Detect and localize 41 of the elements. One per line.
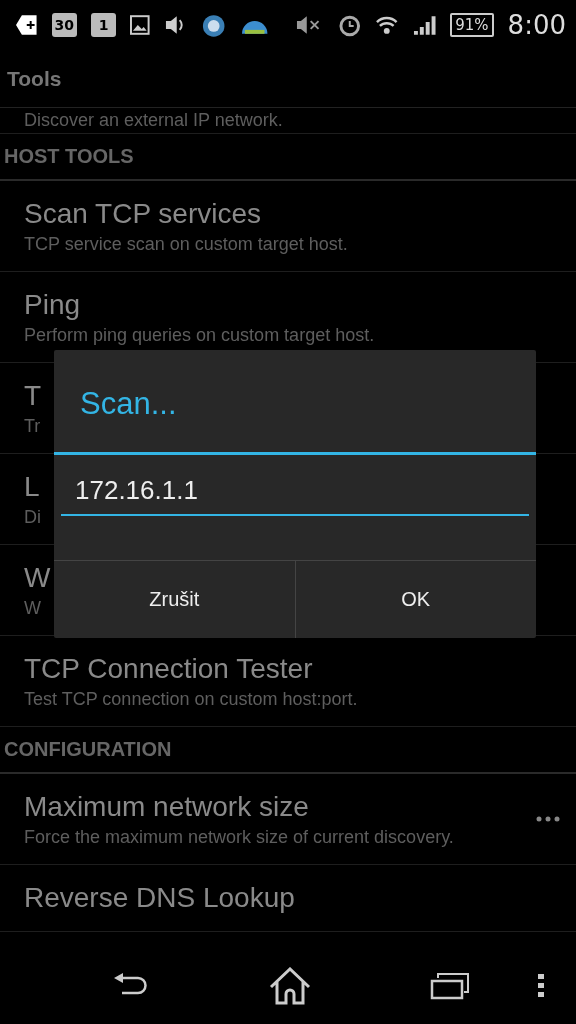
list-item[interactable]: Maximum network size Force the maximum network size of current discovery. bbox=[0, 774, 576, 865]
dialog-title: Scan... bbox=[79, 385, 178, 423]
section-title: CONFIGURATION bbox=[4, 738, 172, 761]
item-summary: Force the maximum network size of current discovery. bbox=[24, 826, 454, 849]
item-title: Reverse DNS Lookup bbox=[24, 881, 295, 915]
item-summary: Perform ping queries on custom target host. bbox=[24, 324, 375, 347]
recents-icon bbox=[430, 972, 470, 1000]
item-summary: Discover an external IP network. bbox=[24, 109, 283, 132]
plus-tag-icon bbox=[16, 14, 38, 36]
item-title: Ping bbox=[24, 288, 81, 322]
app-title: Tools bbox=[7, 66, 62, 91]
item-title: Scan TCP services bbox=[24, 197, 262, 231]
item-title: TCP Connection Tester bbox=[24, 652, 313, 686]
clock: 8:00 bbox=[507, 10, 566, 40]
alarm-icon bbox=[337, 13, 362, 37]
item-summary: Di bbox=[24, 506, 41, 529]
section-title: HOST TOOLS bbox=[4, 145, 134, 168]
list-item[interactable]: Discover an external IP network. bbox=[0, 108, 576, 134]
item-summary: TCP service scan on custom target host. bbox=[24, 233, 348, 256]
image-icon bbox=[130, 15, 150, 35]
list-item[interactable]: Scan TCP services TCP service scan on custom target host. bbox=[0, 181, 576, 272]
host-input-field[interactable]: 172.16.1.1 bbox=[61, 469, 529, 516]
item-summary: Test TCP connection on custom host:port. bbox=[24, 688, 358, 711]
dialog-button[interactable]: OK bbox=[294, 561, 536, 638]
calendar-icon: 30 bbox=[51, 13, 77, 37]
item-summary: W bbox=[24, 597, 41, 620]
signal-icon bbox=[412, 14, 437, 36]
speaker-icon bbox=[164, 14, 186, 36]
item-title: T bbox=[24, 379, 42, 413]
item-title: Maximum network size bbox=[24, 790, 309, 824]
calendar-icon: 1 bbox=[91, 13, 117, 37]
wifi-icon bbox=[375, 14, 399, 36]
home-icon bbox=[268, 967, 312, 1005]
item-title: W bbox=[24, 561, 51, 595]
item-title: L bbox=[24, 470, 40, 504]
battery-indicator: 91% bbox=[450, 13, 494, 37]
more-icon[interactable] bbox=[536, 816, 560, 822]
dialog-button[interactable]: Zrušit bbox=[54, 561, 295, 638]
item-summary: Tr bbox=[24, 415, 41, 438]
list-item[interactable]: Reverse DNS Lookup bbox=[0, 865, 576, 932]
menu-icon bbox=[538, 974, 544, 998]
